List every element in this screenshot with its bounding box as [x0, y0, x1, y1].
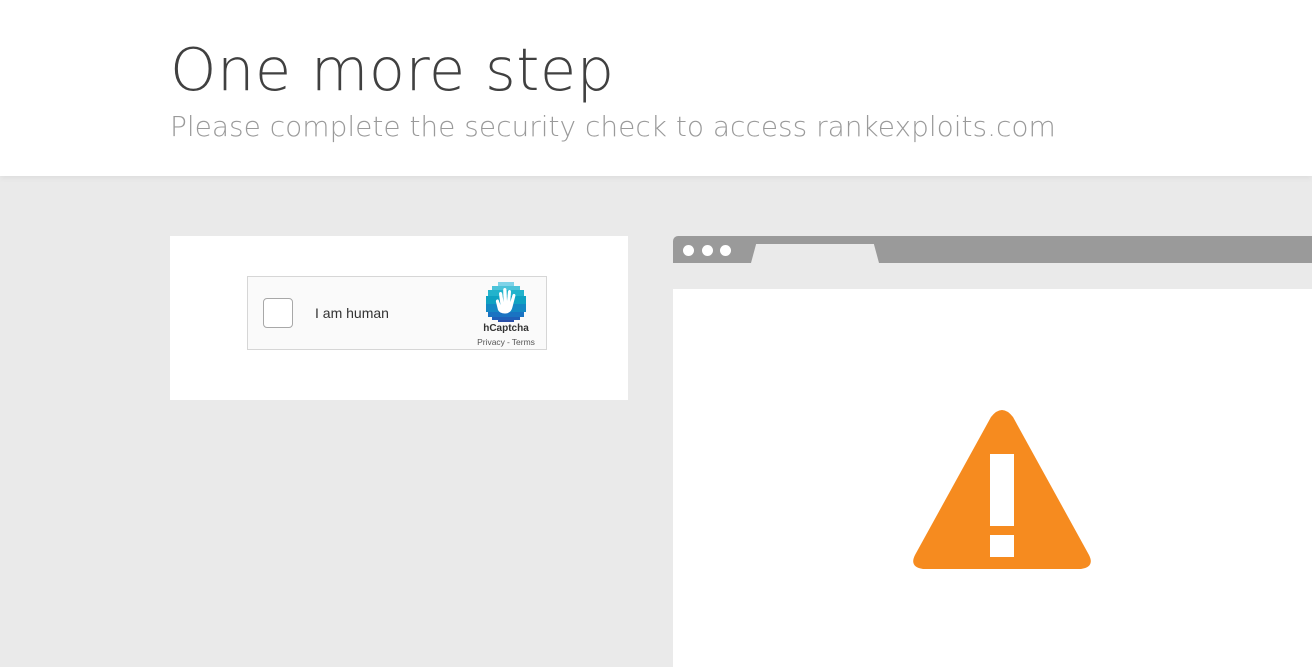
hcaptcha-widget: I am human hCaptcha Privacy - Terms: [247, 276, 547, 350]
page-header: One more step Please complete the securi…: [0, 0, 1312, 176]
captcha-links: Privacy - Terms: [463, 337, 549, 347]
browser-title-bar: [673, 236, 1312, 263]
window-dot-icon: [720, 245, 731, 256]
browser-address-strip: [673, 263, 1312, 289]
browser-tab: [751, 244, 879, 263]
terms-link[interactable]: Terms: [512, 337, 535, 347]
browser-illustration: [673, 236, 1312, 667]
window-dot-icon: [683, 245, 694, 256]
browser-content: [673, 289, 1312, 667]
window-dot-icon: [702, 245, 713, 256]
page-title: One more step: [170, 35, 615, 104]
captcha-checkbox[interactable]: [263, 298, 293, 328]
captcha-label: I am human: [315, 305, 389, 321]
warning-icon: [913, 410, 1091, 569]
link-separator: -: [506, 337, 510, 347]
privacy-link[interactable]: Privacy: [477, 337, 505, 347]
hcaptcha-logo-icon: [486, 282, 526, 322]
page-subtitle: Please complete the security check to ac…: [170, 110, 1056, 143]
captcha-panel: I am human hCaptcha Privacy - Terms: [170, 236, 628, 400]
hcaptcha-brand: hCaptcha: [483, 323, 529, 334]
